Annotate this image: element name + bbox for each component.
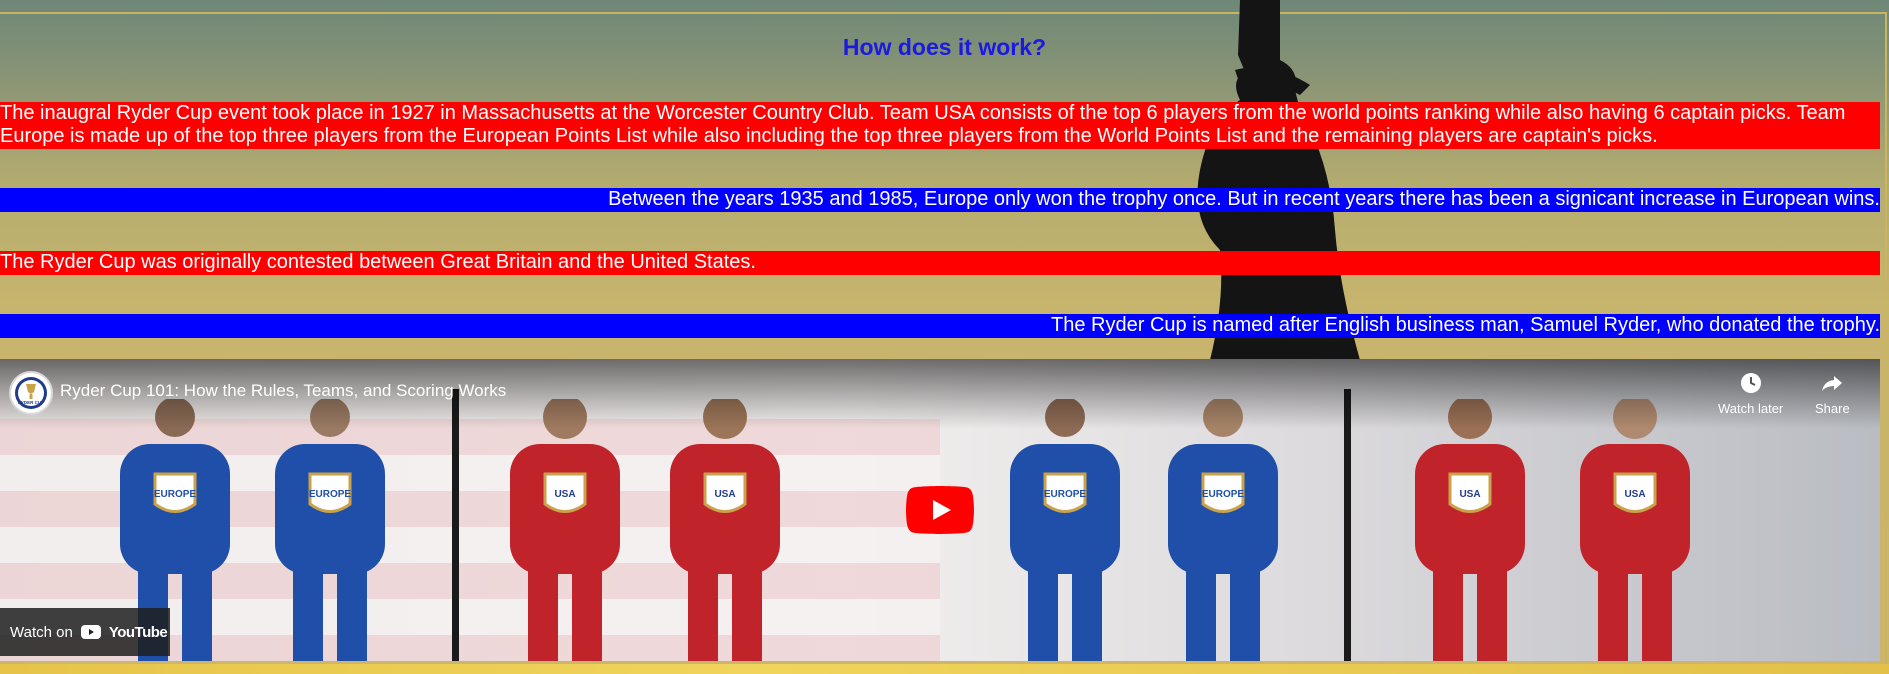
- share-button[interactable]: Share: [1815, 371, 1850, 416]
- youtube-logo-icon: [80, 625, 101, 639]
- youtube-play-icon[interactable]: [906, 486, 974, 534]
- watch-later-label: Watch later: [1718, 401, 1784, 416]
- team-label: USA: [714, 489, 735, 500]
- ryder-cup-logo-icon: RYDER CUP: [15, 377, 47, 409]
- team-label: EUROPE: [1202, 489, 1245, 500]
- video-divider: [1344, 389, 1351, 661]
- watch-later-button[interactable]: Watch later: [1718, 371, 1783, 416]
- fact-original-contest: The Ryder Cup was originally contested b…: [0, 251, 1880, 275]
- team-label: USA: [554, 489, 575, 500]
- youtube-video-embed[interactable]: EUROPE EUROPE USA USA EUROPE EUROPE USA …: [0, 359, 1880, 661]
- watch-on-youtube-button[interactable]: Watch on YouTube: [0, 608, 170, 656]
- player-figure: USA: [1415, 399, 1525, 661]
- video-divider: [452, 389, 459, 661]
- player-figure: USA: [510, 399, 620, 661]
- fact-samuel-ryder: The Ryder Cup is named after English bus…: [0, 314, 1880, 338]
- video-title[interactable]: Ryder Cup 101: How the Rules, Teams, and…: [60, 381, 506, 401]
- fact-inaugural-event: The inaugral Ryder Cup event took place …: [0, 102, 1880, 149]
- player-figure: USA: [670, 399, 780, 661]
- player-figure: USA: [1580, 399, 1690, 661]
- clock-icon: [1740, 373, 1761, 393]
- fact-europe-wins: Between the years 1935 and 1985, Europe …: [0, 188, 1880, 212]
- bottom-gold-strip: [0, 664, 1889, 674]
- player-figure: EUROPE: [1168, 399, 1278, 661]
- share-label: Share: [1815, 401, 1850, 416]
- team-label: USA: [1624, 489, 1645, 500]
- player-figure: EUROPE: [275, 399, 385, 661]
- channel-logo[interactable]: RYDER CUP: [9, 371, 53, 415]
- team-label: EUROPE: [154, 489, 197, 500]
- share-arrow-icon: [1822, 376, 1843, 391]
- youtube-label: YouTube: [108, 623, 168, 641]
- team-label: USA: [1459, 489, 1480, 500]
- team-label: EUROPE: [1044, 489, 1087, 500]
- team-label: EUROPE: [309, 489, 352, 500]
- watch-on-label: Watch on: [10, 623, 73, 641]
- section-title: How does it work?: [842, 34, 1047, 60]
- svg-text:RYDER CUP: RYDER CUP: [18, 400, 44, 405]
- player-figure: EUROPE: [1010, 399, 1120, 661]
